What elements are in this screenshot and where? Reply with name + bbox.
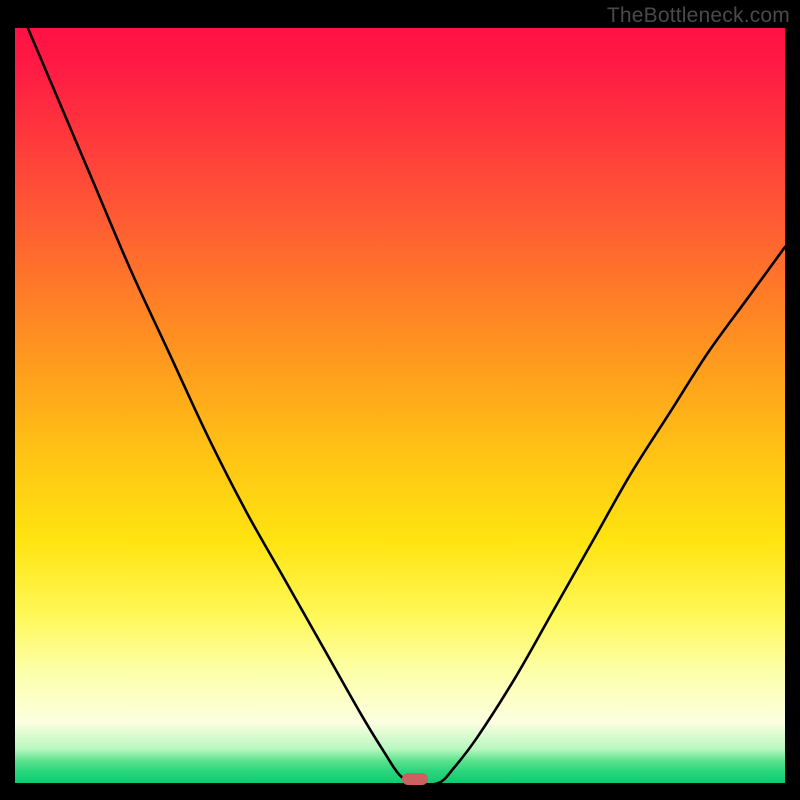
bottleneck-curve (15, 28, 785, 783)
plot-area (15, 28, 785, 783)
curve-path (15, 0, 785, 784)
chart-frame: TheBottleneck.com (0, 0, 800, 800)
watermark-text: TheBottleneck.com (607, 4, 790, 28)
optimal-marker (402, 773, 428, 785)
